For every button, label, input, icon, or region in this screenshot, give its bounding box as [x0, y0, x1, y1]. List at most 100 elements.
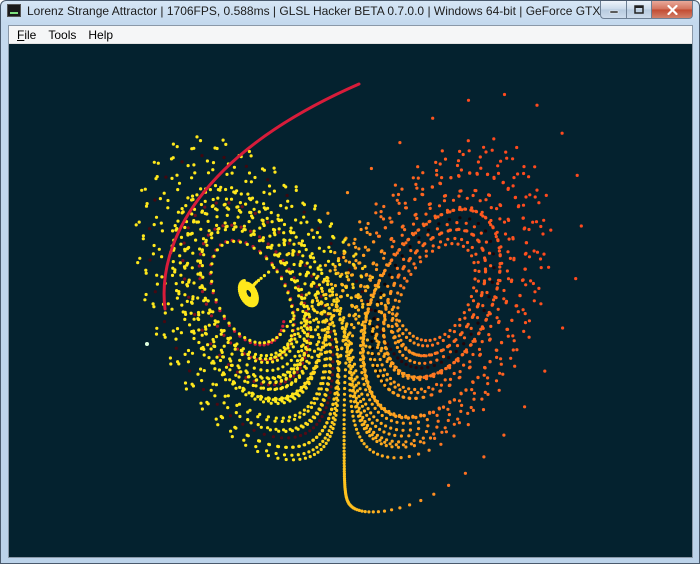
trajectory-point	[363, 264, 367, 269]
trajectory-point	[380, 363, 384, 367]
trajectory-point	[280, 356, 284, 360]
trajectory-point	[492, 266, 496, 270]
trajectory-point	[251, 232, 255, 236]
maximize-button[interactable]	[626, 1, 651, 19]
menu-file[interactable]: File	[11, 26, 42, 44]
trajectory-point	[499, 362, 503, 366]
menu-help[interactable]: Help	[82, 26, 119, 44]
trajectory-point	[293, 435, 297, 439]
trajectory-point	[238, 358, 242, 362]
trajectory-point	[191, 251, 195, 255]
trajectory-point	[453, 236, 457, 241]
trajectory-point	[377, 285, 381, 289]
trajectory-point	[310, 252, 314, 256]
trajectory-point	[304, 322, 308, 326]
trajectory-point	[408, 245, 412, 249]
trajectory-point	[306, 332, 310, 336]
trajectory-point	[365, 423, 370, 428]
trajectory-point	[419, 354, 423, 358]
trajectory-point	[524, 283, 528, 287]
trajectory-point	[250, 214, 254, 218]
trajectory-point	[524, 241, 528, 245]
trajectory-point	[490, 303, 494, 307]
trajectory-point	[333, 268, 337, 272]
trajectory-point	[185, 299, 189, 303]
trajectory-point	[206, 233, 210, 237]
trajectory-point	[400, 187, 404, 191]
trajectory-point	[378, 273, 383, 277]
trajectory-point	[346, 271, 350, 275]
trajectory-point	[438, 162, 442, 166]
trajectory-point	[299, 424, 303, 428]
title-bar[interactable]: Lorenz Strange Attractor | 1706FPS, 0.58…	[1, 1, 699, 21]
trajectory-point	[477, 332, 481, 336]
trajectory-point	[173, 224, 177, 228]
trajectory-point	[296, 453, 300, 457]
trajectory-point	[377, 310, 381, 314]
trajectory-point	[357, 508, 361, 512]
trajectory-point	[176, 210, 180, 214]
trajectory-point	[414, 415, 418, 419]
trajectory-point	[192, 317, 196, 321]
menu-tools[interactable]: Tools	[42, 26, 82, 44]
trajectory-point	[340, 346, 344, 350]
trajectory-point	[407, 387, 411, 391]
trajectory-point	[329, 249, 333, 254]
trajectory-point	[241, 389, 245, 393]
trajectory-point	[288, 373, 293, 378]
trajectory-point	[489, 264, 493, 268]
trajectory-point	[195, 193, 199, 197]
trajectory-point	[302, 452, 306, 456]
trajectory-point	[416, 343, 420, 347]
trajectory-point	[394, 443, 398, 447]
trajectory-point	[489, 206, 493, 210]
trajectory-point	[247, 356, 251, 360]
trajectory-point	[311, 256, 316, 260]
trajectory-point	[207, 229, 211, 233]
trajectory-point	[513, 364, 517, 368]
trajectory-point	[469, 332, 473, 336]
trajectory-point	[248, 210, 252, 214]
trajectory-point	[298, 457, 302, 461]
trajectory-point	[476, 221, 480, 226]
trajectory-point	[406, 376, 410, 380]
trajectory-point	[281, 324, 285, 328]
trajectory-point	[436, 215, 440, 219]
minimize-button[interactable]	[600, 1, 626, 19]
trajectory-point	[273, 355, 277, 359]
trajectory-point	[201, 237, 206, 241]
trajectory-point	[414, 212, 418, 216]
trajectory-point	[342, 452, 346, 457]
trajectory-point	[456, 159, 461, 163]
trajectory-point	[506, 187, 510, 191]
trajectory-point	[457, 376, 461, 380]
trajectory-point	[174, 282, 178, 286]
trajectory-point	[144, 292, 148, 297]
trajectory-point	[184, 312, 188, 316]
trajectory-point	[482, 455, 486, 459]
trajectory-point	[182, 241, 186, 245]
trajectory-point	[186, 233, 190, 237]
close-button[interactable]	[651, 1, 693, 19]
trajectory-point	[343, 374, 347, 378]
trajectory-point	[372, 261, 376, 265]
trajectory-point	[342, 435, 346, 439]
trajectory-point	[428, 436, 433, 440]
trajectory-point	[323, 263, 328, 267]
trajectory-point	[435, 227, 439, 231]
trajectory-point	[344, 285, 348, 290]
trajectory-point	[359, 283, 363, 288]
trajectory-point	[176, 188, 180, 192]
trajectory-point	[388, 376, 393, 381]
trajectory-point	[265, 360, 269, 365]
menu-file-label: ile	[24, 27, 37, 42]
trajectory-point	[445, 223, 449, 227]
trajectory-point	[408, 503, 412, 507]
trajectory-point	[384, 416, 389, 420]
trajectory-point	[365, 445, 369, 449]
render-viewport[interactable]	[9, 44, 692, 557]
trajectory-point	[195, 220, 199, 224]
trajectory-point	[399, 284, 403, 288]
trajectory-point	[166, 198, 170, 203]
trajectory-point	[345, 293, 350, 297]
